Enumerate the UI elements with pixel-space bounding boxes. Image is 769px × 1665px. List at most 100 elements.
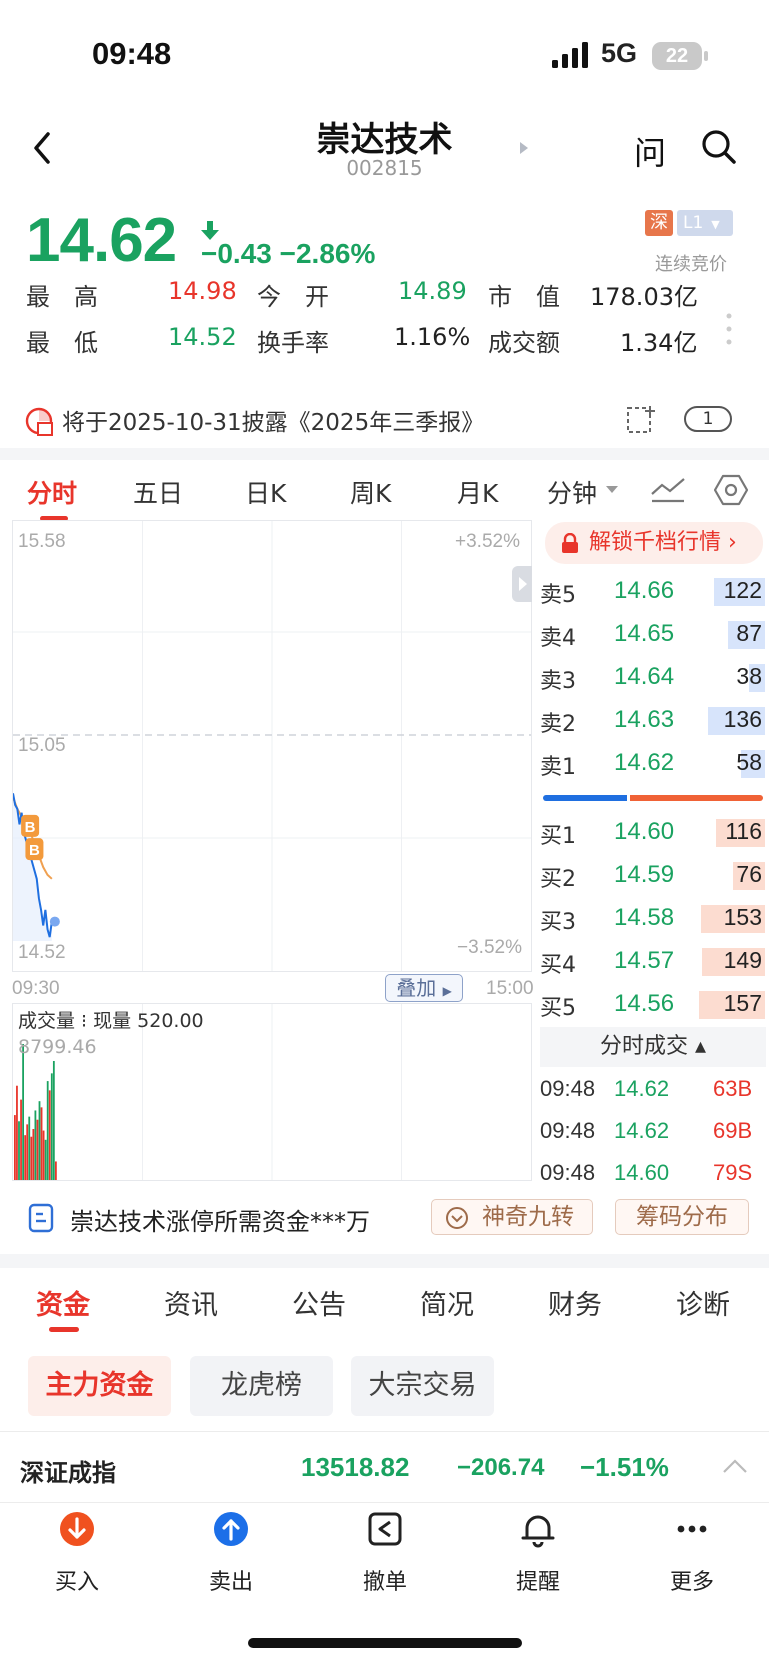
- trade-row: 09:48 14.62 69B: [540, 1118, 769, 1152]
- amount-value: 1.34亿: [620, 329, 698, 357]
- volume-bar: [36, 1119, 39, 1180]
- notice-text[interactable]: 将于2025-10-31披露《2025年三季报》: [62, 403, 484, 437]
- volume-bar: [48, 1090, 51, 1180]
- next-stock-arrow-icon[interactable]: [518, 140, 530, 156]
- volume-bar: [50, 1073, 53, 1180]
- bid-row[interactable]: 买3 14.58 153: [0, 902, 769, 936]
- tab-diagnosis[interactable]: 诊断: [676, 1283, 730, 1322]
- search-icon[interactable]: [700, 128, 738, 166]
- volume-bar: [22, 1044, 24, 1180]
- battery-icon: 22: [652, 42, 702, 70]
- sell-icon: [214, 1512, 248, 1546]
- nav-buy-label: 买入: [54, 1570, 99, 1595]
- lock-icon: [562, 533, 578, 553]
- tab-financials[interactable]: 财务: [548, 1283, 602, 1322]
- trade-price: 14.62: [614, 1118, 670, 1143]
- trade-row: 09:48 14.62 63B: [540, 1076, 769, 1110]
- subtab-dragon-tiger[interactable]: 龙虎榜: [190, 1356, 333, 1416]
- order-level-label: 卖1: [540, 755, 576, 780]
- tab-announcements[interactable]: 公告: [292, 1283, 346, 1322]
- order-volume: 76: [736, 861, 762, 887]
- order-level-label: 买2: [540, 867, 576, 892]
- order-volume: 136: [723, 706, 762, 732]
- order-price: 14.64: [614, 663, 675, 690]
- nav-cancel-order[interactable]: 撤单: [335, 1510, 435, 1596]
- volume-bar: [14, 1115, 16, 1180]
- amount-label: 成交额: [488, 329, 560, 357]
- index-name[interactable]: 深证成指: [20, 1453, 116, 1488]
- chip-distribution-button[interactable]: 筹码分布: [615, 1199, 749, 1235]
- ask-row[interactable]: 卖3 14.64 38: [0, 661, 769, 695]
- tab-daily-k[interactable]: 日K: [245, 474, 286, 510]
- exchange-badge: 深: [645, 210, 673, 236]
- order-volume: 58: [736, 749, 762, 775]
- order-level-label: 卖3: [540, 669, 576, 694]
- ask-button[interactable]: 问: [634, 128, 666, 174]
- trades-list[interactable]: 09:48 14.62 63B 09:48 14.62 69B 09:48 14.60 79S: [540, 1076, 769, 1180]
- document-icon: [28, 1203, 54, 1233]
- volume-bar: [18, 1121, 20, 1180]
- edit-note-icon[interactable]: [626, 404, 658, 434]
- trade-price: 14.62: [614, 1076, 670, 1101]
- tab-minute[interactable]: 分钟: [547, 474, 597, 510]
- bid-row[interactable]: 买2 14.59 76: [0, 859, 769, 893]
- tab-profile[interactable]: 简况: [420, 1283, 474, 1322]
- notice-count[interactable]: 1: [684, 406, 732, 432]
- section-tab-underline: [49, 1327, 79, 1332]
- settings-icon[interactable]: [714, 474, 748, 506]
- limit-up-funds-text[interactable]: 崇达技术涨停所需资金***万: [70, 1202, 370, 1237]
- order-volume: 153: [723, 904, 762, 930]
- order-volume: 157: [723, 990, 762, 1016]
- ask-ratio-fill: [629, 795, 763, 801]
- level-badge[interactable]: L1 ▼: [677, 210, 733, 236]
- low-label: 最 低: [26, 329, 98, 357]
- tab-weekly-k[interactable]: 周K: [350, 474, 391, 510]
- order-level-label: 卖4: [540, 626, 576, 651]
- price-change: −0.43 −2.86%: [201, 238, 376, 269]
- status-time: 09:48: [92, 36, 172, 71]
- open-label: 今 开: [257, 283, 329, 311]
- index-value: 13518.82: [301, 1452, 410, 1482]
- chevron-up-icon[interactable]: [722, 1458, 748, 1474]
- order-volume: 149: [723, 947, 762, 973]
- trade-volume: 69B: [713, 1118, 753, 1143]
- tab-intraday[interactable]: 分时: [27, 474, 77, 510]
- trade-time: 09:48: [540, 1160, 596, 1180]
- volume-bar: [32, 1128, 35, 1180]
- more-icon: [677, 1525, 707, 1533]
- index-change: −206.74: [457, 1454, 545, 1481]
- ask-row[interactable]: 卖2 14.63 136: [0, 704, 769, 738]
- bid-row[interactable]: 买4 14.57 149: [0, 945, 769, 979]
- volume-bar: [34, 1110, 37, 1180]
- bid-row[interactable]: 买1 14.60 116: [0, 816, 769, 850]
- tab-five-day[interactable]: 五日: [133, 474, 183, 510]
- order-volume: 116: [725, 818, 762, 844]
- tab-funds[interactable]: 资金: [36, 1283, 90, 1322]
- indicator-icon[interactable]: [650, 474, 686, 504]
- nav-more[interactable]: 更多: [642, 1510, 742, 1596]
- mcap-value: 178.03亿: [590, 283, 698, 311]
- network-type: 5G: [601, 38, 638, 68]
- tab-monthly-k[interactable]: 月K: [457, 474, 498, 510]
- subtab-main-funds[interactable]: 主力资金: [28, 1356, 171, 1416]
- bid-ask-ratio-bar: [543, 795, 763, 801]
- nav-buy[interactable]: 买入: [27, 1510, 127, 1596]
- nav-sell[interactable]: 卖出: [181, 1510, 281, 1596]
- buy-icon: [60, 1512, 94, 1546]
- tab-news[interactable]: 资讯: [164, 1283, 218, 1322]
- bid-row[interactable]: 买5 14.56 157: [0, 988, 769, 1022]
- minute-dropdown-icon[interactable]: [606, 486, 618, 493]
- ask-row[interactable]: 卖5 14.66 122: [0, 575, 769, 609]
- volume-bar: [40, 1107, 43, 1180]
- mcap-label: 市 值: [488, 283, 560, 311]
- nav-alert[interactable]: 提醒: [488, 1510, 588, 1596]
- time-and-sales-toggle[interactable]: 分时成交 ▴: [540, 1027, 766, 1067]
- nav-cancel-order-label: 撤单: [362, 1570, 407, 1595]
- trade-row: 09:48 14.60 79S: [540, 1160, 769, 1180]
- subtab-block-trade[interactable]: 大宗交易: [351, 1356, 494, 1416]
- ask-row[interactable]: 卖4 14.65 87: [0, 618, 769, 652]
- more-stats-icon[interactable]: [726, 312, 732, 346]
- battery-tip: [704, 51, 708, 61]
- order-price: 14.66: [614, 577, 675, 604]
- ask-row[interactable]: 卖1 14.62 58: [0, 747, 769, 781]
